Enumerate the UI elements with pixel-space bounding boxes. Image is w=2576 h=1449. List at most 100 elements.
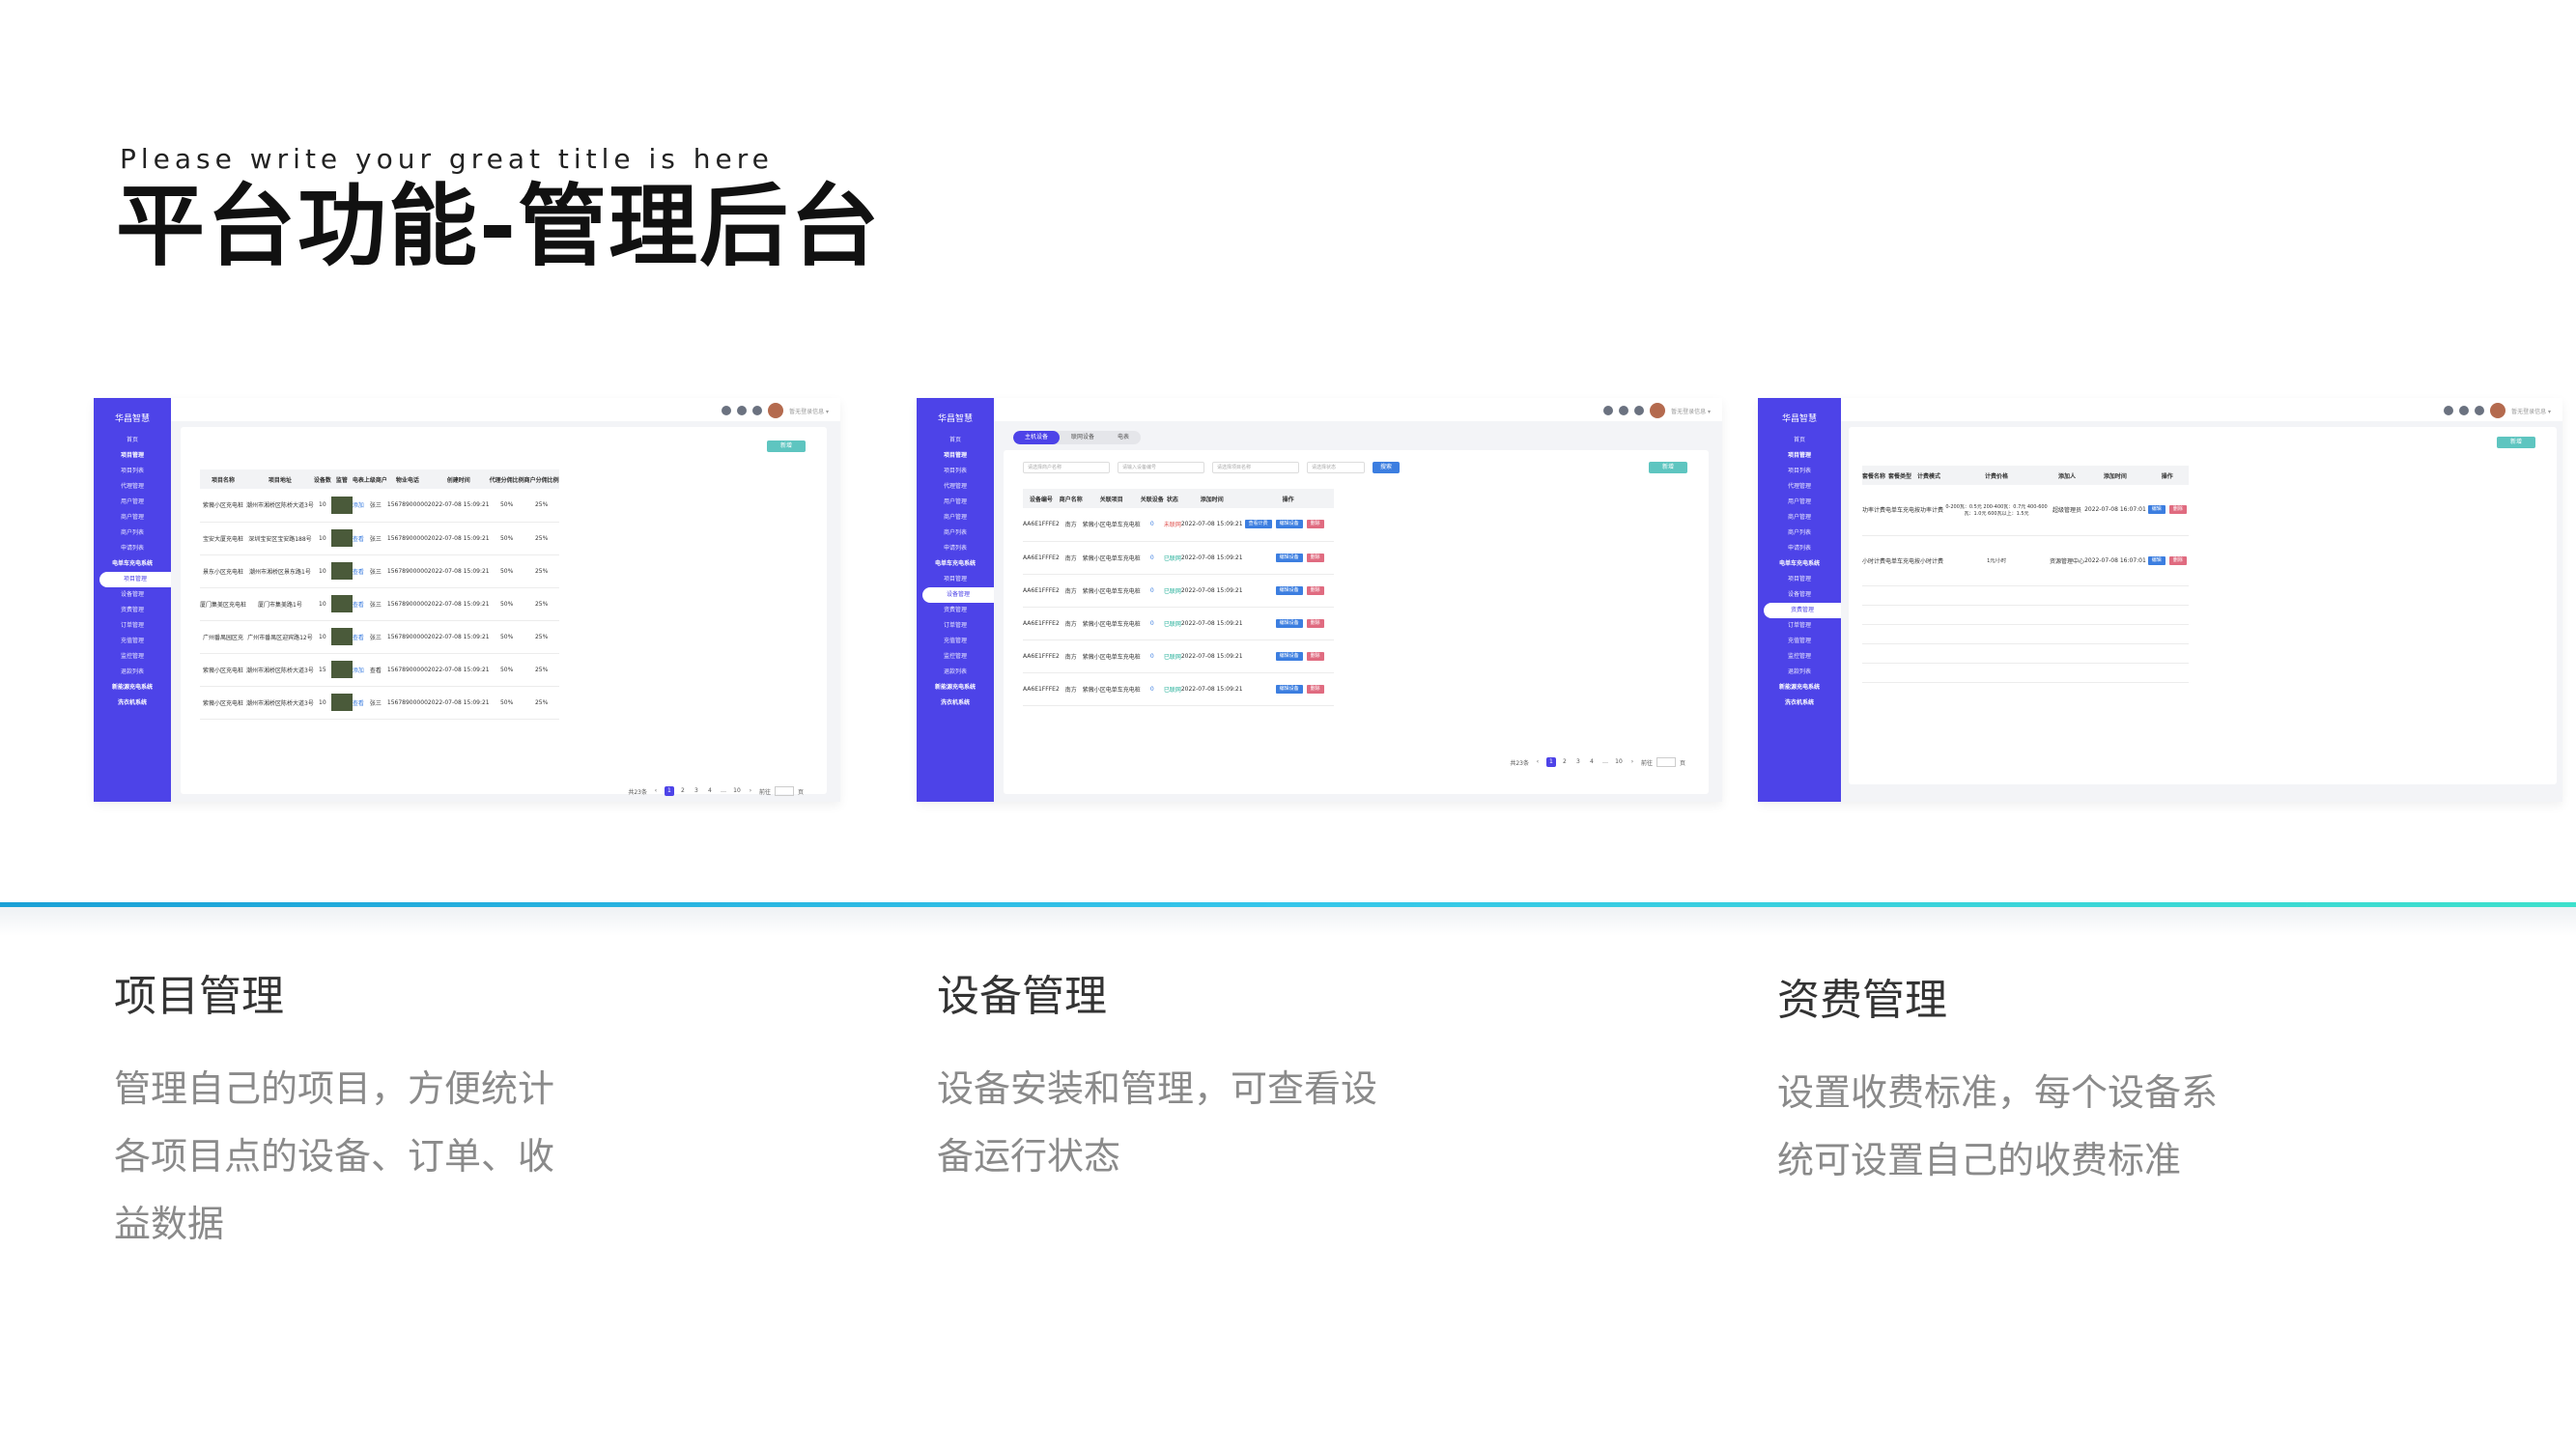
edit-device-button[interactable]: 编辑设备 [1275,684,1303,694]
page-number[interactable]: 1 [1545,757,1556,767]
tab-network-device[interactable]: 联网设备 [1060,431,1106,444]
sidebar-item[interactable]: 项目管理 [1758,572,1841,587]
sidebar-item[interactable]: 商户列表 [1758,526,1841,541]
project-select[interactable]: 请选择项目名称 [1212,462,1299,473]
add-button[interactable]: 新增 [767,440,806,452]
meter-link[interactable]: 查看 [353,536,364,543]
edit-device-button[interactable]: 编辑设备 [1275,585,1303,595]
sidebar-item[interactable]: 退款列表 [917,665,994,680]
search-button[interactable]: 搜索 [1373,462,1401,473]
bell-icon[interactable] [737,406,748,415]
sidebar-item[interactable]: 申请列表 [94,541,171,556]
meter-link[interactable]: 添加 [353,668,364,674]
sidebar-item[interactable]: 首页 [917,433,994,448]
sidebar-item[interactable]: 电单车充电系统 [1758,556,1841,572]
user-menu[interactable]: 暂无登录信息 ▾ [789,407,829,415]
sidebar-item[interactable]: 监控管理 [1758,649,1841,665]
bell-icon[interactable] [1619,406,1629,415]
sidebar-item[interactable]: 资费管理 [94,603,171,618]
delete-button[interactable]: 删除 [1306,684,1324,694]
delete-button[interactable]: 删除 [1306,618,1324,628]
page-number[interactable]: 3 [692,786,701,796]
sidebar-item[interactable]: 代理管理 [1758,479,1841,495]
delete-button[interactable]: 删除 [1306,651,1324,661]
sidebar-item[interactable]: 资费管理 [917,603,994,618]
sidebar-item[interactable]: 新能源充电系统 [917,680,994,696]
prev-icon[interactable]: ‹ [651,786,661,796]
meter-link[interactable]: 查看 [353,602,364,609]
add-button[interactable]: 新增 [1649,462,1687,473]
sidebar-item[interactable]: 订单管理 [1758,618,1841,634]
page-number[interactable]: 1 [664,786,674,796]
goto-input[interactable] [774,786,794,796]
sidebar-item[interactable]: 新能源充电系统 [94,680,171,696]
page-number[interactable]: 4 [705,786,715,796]
delete-button[interactable]: 删除 [1306,553,1324,562]
help-icon[interactable] [722,406,732,415]
edit-button[interactable]: 编辑 [2147,555,2166,565]
sidebar-item[interactable]: 项目管理 [917,572,994,587]
page-number[interactable]: 3 [1573,757,1583,767]
sidebar-item[interactable]: 商户列表 [917,526,994,541]
sidebar-item[interactable]: 订单管理 [94,618,171,634]
user-menu[interactable]: 暂无登录信息 ▾ [2511,407,2551,415]
sidebar-item[interactable]: 新能源充电系统 [1758,680,1841,696]
edit-device-button[interactable]: 编辑设备 [1275,618,1303,628]
delete-button[interactable]: 删除 [1306,520,1324,529]
next-icon[interactable]: › [746,786,755,796]
delete-button[interactable]: 删除 [1306,585,1324,595]
user-menu[interactable]: 暂无登录信息 ▾ [1671,407,1711,415]
sidebar-item[interactable]: 申请列表 [917,541,994,556]
edit-device-button[interactable]: 编辑设备 [1275,651,1303,661]
sidebar-item[interactable]: 洗衣机系统 [94,696,171,711]
sidebar-item[interactable]: 项目管理 [94,448,171,464]
edit-button[interactable]: 编辑 [2147,505,2166,515]
photo-thumbnail[interactable] [330,529,353,547]
delete-button[interactable]: 删除 [2168,555,2187,565]
goto-input[interactable] [1656,757,1676,767]
help-icon[interactable] [1603,406,1614,415]
sidebar-item[interactable]: 资费管理 [1764,603,1841,618]
settings-icon[interactable] [752,406,763,415]
photo-thumbnail[interactable] [330,694,353,711]
sidebar-item[interactable]: 设备管理 [94,587,171,603]
device-no-input[interactable]: 请输入设备编号 [1118,462,1204,473]
settings-icon[interactable] [2475,406,2485,415]
sidebar-item[interactable]: 首页 [94,433,171,448]
avatar[interactable] [768,403,784,418]
merchant-select[interactable]: 请选择商户名称 [1023,462,1110,473]
sidebar-item[interactable]: 充值管理 [917,634,994,649]
sidebar-item[interactable]: 用户管理 [94,495,171,510]
sidebar-item[interactable]: 项目管理 [1758,448,1841,464]
meter-link[interactable]: 查看 [353,569,364,576]
page-number[interactable]: 2 [1560,757,1570,767]
sidebar-item[interactable]: 项目列表 [94,464,171,479]
sidebar-item[interactable]: 项目管理 [917,448,994,464]
meter-link[interactable]: 添加 [353,502,364,509]
sidebar-item[interactable]: 用户管理 [917,495,994,510]
sidebar-item[interactable]: 申请列表 [1758,541,1841,556]
sidebar-item[interactable]: 代理管理 [94,479,171,495]
photo-thumbnail[interactable] [330,595,353,612]
sidebar-item[interactable]: 充值管理 [1758,634,1841,649]
sidebar-item[interactable]: 代理管理 [917,479,994,495]
sidebar-item[interactable]: 设备管理 [1758,587,1841,603]
sidebar-item[interactable]: 项目列表 [917,464,994,479]
prev-icon[interactable]: ‹ [1533,757,1543,767]
sidebar-item[interactable]: 洗衣机系统 [1758,696,1841,711]
photo-thumbnail[interactable] [330,562,353,580]
sidebar-item[interactable]: 电单车充电系统 [94,556,171,572]
page-number[interactable]: 10 [1614,757,1624,767]
page-number[interactable]: 10 [732,786,742,796]
sidebar-item[interactable]: 退款列表 [94,665,171,680]
sidebar-item[interactable]: 用户管理 [1758,495,1841,510]
tab-meter[interactable]: 电表 [1106,431,1141,444]
avatar[interactable] [1650,403,1666,418]
edit-device-button[interactable]: 编辑设备 [1275,520,1303,529]
next-icon[interactable]: › [1628,757,1637,767]
photo-thumbnail[interactable] [330,496,353,514]
meter-link[interactable]: 查看 [353,635,364,641]
add-button[interactable]: 新增 [2497,437,2535,448]
photo-thumbnail[interactable] [330,628,353,645]
sidebar-item[interactable]: 首页 [1758,433,1841,448]
